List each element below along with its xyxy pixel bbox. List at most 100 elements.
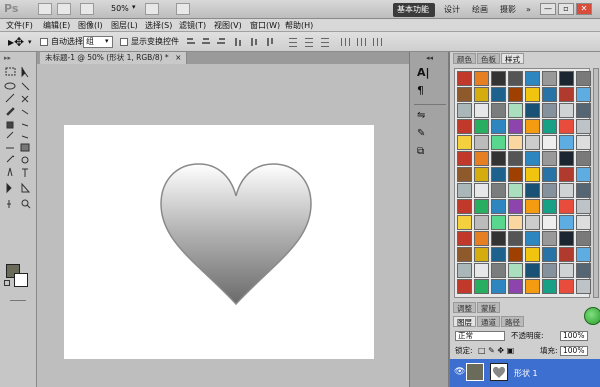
style-swatch[interactable] — [542, 87, 557, 102]
style-swatch[interactable] — [576, 199, 591, 214]
style-swatch[interactable] — [491, 71, 506, 86]
lock-icons[interactable]: □ ✎ ✥ ▣ — [478, 346, 514, 355]
style-swatch[interactable] — [474, 279, 489, 294]
style-swatch[interactable] — [474, 263, 489, 278]
history-icon[interactable]: ⧉ — [417, 146, 431, 160]
maximize-button[interactable]: ▫ — [558, 3, 574, 15]
style-swatch[interactable] — [457, 231, 472, 246]
auto-select-checkbox[interactable] — [40, 38, 48, 46]
menu-edit[interactable]: 编辑(E) — [43, 20, 70, 31]
tab-paths[interactable]: 路径 — [501, 316, 524, 327]
style-swatch[interactable] — [542, 183, 557, 198]
blend-mode-select[interactable]: 正常 — [455, 331, 505, 341]
menu-file[interactable]: 文件(F) — [6, 20, 33, 31]
show-transform-checkbox[interactable] — [120, 38, 128, 46]
style-swatch[interactable] — [576, 215, 591, 230]
clone-source-icon[interactable]: ⇋ — [417, 110, 431, 124]
style-swatch[interactable] — [457, 119, 472, 134]
style-swatch[interactable] — [457, 247, 472, 262]
dock-collapse-icon[interactable]: ◂◂ — [426, 54, 433, 62]
close-tab-icon[interactable]: × — [175, 53, 181, 62]
tab-swatches[interactable]: 色板 — [477, 53, 500, 64]
style-swatch[interactable] — [525, 103, 540, 118]
view-extras-icon[interactable] — [80, 3, 94, 15]
tab-masks[interactable]: 蒙版 — [477, 302, 500, 313]
style-swatch[interactable] — [525, 263, 540, 278]
chevron-down-icon[interactable]: ▾ — [132, 3, 136, 11]
character-panel-icon[interactable]: A| — [417, 66, 431, 80]
align-distribute-icons[interactable] — [185, 36, 410, 48]
tab-color[interactable]: 颜色 — [453, 53, 476, 64]
menu-layer[interactable]: 图层(L) — [111, 20, 138, 31]
style-swatch[interactable] — [491, 135, 506, 150]
style-swatch[interactable] — [542, 71, 557, 86]
style-swatch[interactable] — [542, 135, 557, 150]
heart-shape[interactable] — [159, 160, 313, 308]
style-swatch[interactable] — [508, 263, 523, 278]
style-swatch[interactable] — [474, 119, 489, 134]
style-swatch[interactable] — [576, 231, 591, 246]
style-swatch[interactable] — [474, 199, 489, 214]
style-swatch[interactable] — [542, 247, 557, 262]
style-swatch[interactable] — [559, 279, 574, 294]
default-colors-icon[interactable] — [4, 280, 10, 286]
mini-bridge-icon[interactable] — [57, 3, 71, 15]
style-swatch[interactable] — [508, 215, 523, 230]
layer-name[interactable]: 形状 1 — [514, 368, 538, 379]
style-swatch[interactable] — [525, 183, 540, 198]
brush-presets-icon[interactable]: ✎ — [417, 128, 431, 142]
style-swatch[interactable] — [559, 167, 574, 182]
style-swatch[interactable] — [457, 167, 472, 182]
style-swatch[interactable] — [576, 247, 591, 262]
style-swatch[interactable] — [525, 167, 540, 182]
style-swatch[interactable] — [508, 135, 523, 150]
style-swatch[interactable] — [474, 247, 489, 262]
styles-scrollbar[interactable] — [593, 68, 599, 298]
menu-help[interactable]: 帮助(H) — [285, 20, 313, 31]
style-swatch[interactable] — [491, 151, 506, 166]
workspace-photography-button[interactable]: 摄影 — [496, 3, 520, 17]
tool-preset-chevron-icon[interactable]: ▾ — [28, 38, 32, 46]
style-swatch[interactable] — [542, 167, 557, 182]
style-swatch[interactable] — [508, 279, 523, 294]
background-color-swatch[interactable] — [14, 273, 28, 287]
style-swatch[interactable] — [457, 199, 472, 214]
style-swatch[interactable] — [508, 87, 523, 102]
style-swatch[interactable] — [525, 279, 540, 294]
style-swatch[interactable] — [474, 103, 489, 118]
style-swatch[interactable] — [525, 151, 540, 166]
style-swatch[interactable] — [559, 87, 574, 102]
style-swatch[interactable] — [525, 231, 540, 246]
style-swatch[interactable] — [491, 87, 506, 102]
style-swatch[interactable] — [491, 167, 506, 182]
style-swatch[interactable] — [525, 215, 540, 230]
workspace-basic-button[interactable]: 基本功能 — [393, 3, 435, 17]
style-swatch[interactable] — [576, 279, 591, 294]
style-swatch[interactable] — [576, 103, 591, 118]
style-swatch[interactable] — [508, 167, 523, 182]
style-swatch[interactable] — [542, 231, 557, 246]
style-swatch[interactable] — [525, 71, 540, 86]
style-swatch[interactable] — [457, 215, 472, 230]
style-swatch[interactable] — [491, 199, 506, 214]
style-swatch[interactable] — [559, 71, 574, 86]
menu-select[interactable]: 选择(S) — [145, 20, 172, 31]
style-swatch[interactable] — [474, 231, 489, 246]
document-tab[interactable]: 未标题-1 @ 50% (形状 1, RGB/8) * × — [40, 52, 188, 64]
bridge-icon[interactable] — [38, 3, 52, 15]
style-swatch[interactable] — [491, 231, 506, 246]
tab-layers[interactable]: 图层 — [453, 316, 476, 327]
style-swatch[interactable] — [508, 151, 523, 166]
style-swatch[interactable] — [508, 103, 523, 118]
close-button[interactable]: ✕ — [576, 3, 592, 15]
style-swatch[interactable] — [474, 71, 489, 86]
style-swatch[interactable] — [559, 231, 574, 246]
visibility-eye-icon[interactable]: 👁 — [454, 367, 465, 377]
style-swatch[interactable] — [525, 87, 540, 102]
menu-view[interactable]: 视图(V) — [214, 20, 242, 31]
style-swatch[interactable] — [576, 167, 591, 182]
style-swatch[interactable] — [559, 215, 574, 230]
style-swatch[interactable] — [542, 151, 557, 166]
style-swatch[interactable] — [542, 119, 557, 134]
style-swatch[interactable] — [508, 247, 523, 262]
